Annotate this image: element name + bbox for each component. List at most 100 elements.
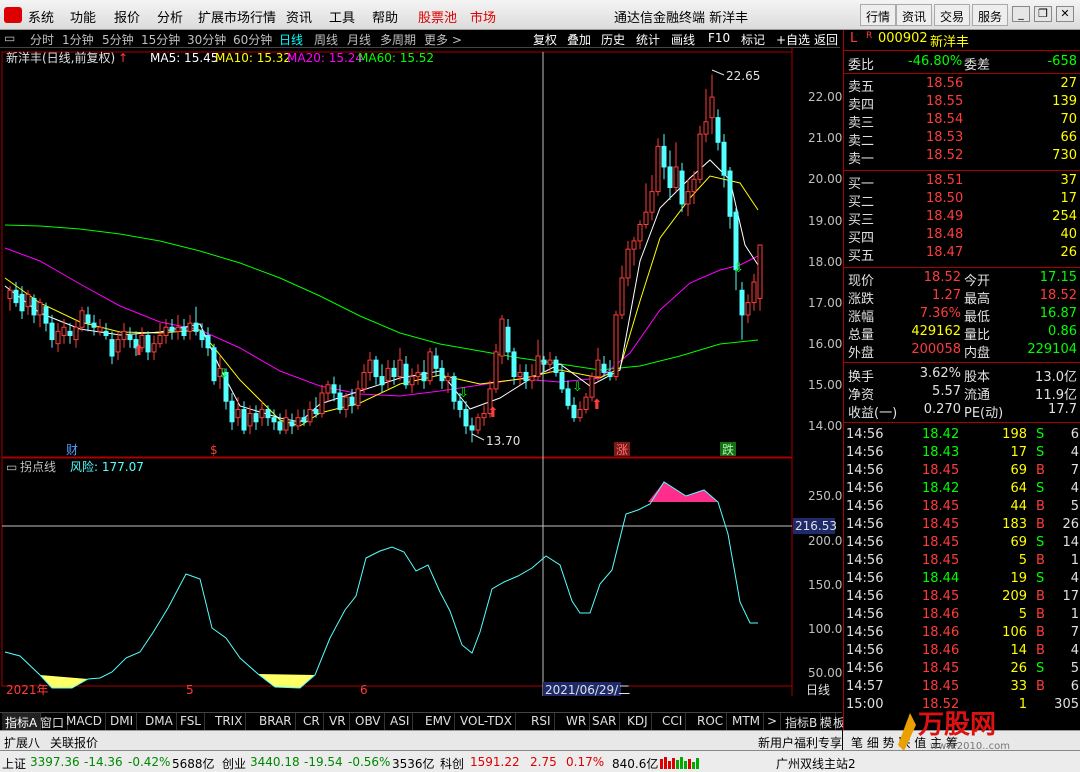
indicator-tab[interactable]: TRIX <box>212 713 247 731</box>
tick-row[interactable]: 14:56 18.46 14 B 4 <box>844 643 1080 661</box>
indicator-tab[interactable]: ROC <box>694 713 728 731</box>
bid-row[interactable]: 买二 18.50 17 <box>844 191 1080 210</box>
tick-row[interactable]: 14:56 18.45 44 B 5 <box>844 499 1080 517</box>
finance-marker[interactable]: 财 <box>66 443 78 457</box>
menu-function[interactable]: 功能 <box>70 7 96 26</box>
minimize-icon[interactable]: _ <box>1012 6 1030 22</box>
btn-draw[interactable]: 画线 <box>671 31 695 48</box>
limit-up-marker[interactable]: 涨 <box>616 442 628 457</box>
period-tab[interactable]: 60分钟 <box>233 31 272 48</box>
indicator-tab[interactable]: 指标B <box>782 713 822 731</box>
restore-icon[interactable]: ❐ <box>1034 6 1052 22</box>
btn-service[interactable]: 服务 <box>972 4 1009 26</box>
menu-tools[interactable]: 工具 <box>329 7 355 26</box>
tick-row[interactable]: 14:56 18.44 19 S 4 <box>844 571 1080 589</box>
tab-ext8[interactable]: 扩展八 <box>4 734 40 751</box>
ask-row[interactable]: 卖五 18.56 27 <box>844 76 1080 95</box>
bid-row[interactable]: 买一 18.51 37 <box>844 173 1080 192</box>
indicator-tab[interactable]: OBV <box>352 713 385 731</box>
server-name[interactable]: 广州双线主站2 <box>776 755 856 772</box>
weibi-row[interactable]: 委比 -46.80% 委差 -658 <box>844 54 1080 73</box>
period-tab[interactable]: 分时 <box>30 31 54 48</box>
btn-mark[interactable]: 标记 <box>741 31 765 48</box>
period-tab[interactable]: 多周期 <box>380 31 416 48</box>
menu-analysis[interactable]: 分析 <box>157 7 183 26</box>
btn-f10[interactable]: F10 <box>708 31 730 45</box>
indicator-tab[interactable]: VOL-TDX <box>457 713 516 731</box>
ask-row[interactable]: 卖三 18.54 70 <box>844 112 1080 131</box>
tick-row[interactable]: 14:56 18.46 106 B 7 <box>844 625 1080 643</box>
tab-related[interactable]: 关联报价 <box>50 734 98 751</box>
menu-quote[interactable]: 报价 <box>114 7 140 26</box>
ask-row[interactable]: 卖一 18.52 730 <box>844 148 1080 167</box>
menu-stock-pool[interactable]: 股票池 <box>418 7 457 26</box>
period-tab[interactable]: 15分钟 <box>141 31 180 48</box>
menu-system[interactable]: 系统 <box>28 7 54 26</box>
tick-row[interactable]: 14:56 18.42 198 S 6 <box>844 427 1080 445</box>
kc-label[interactable]: 科创 <box>440 755 464 772</box>
close-icon[interactable]: ✕ <box>1056 6 1074 22</box>
indicator-tab[interactable]: CCI <box>659 713 687 731</box>
stat-row[interactable]: 现价 18.52 今开 17.15 <box>844 270 1080 289</box>
stat-row[interactable]: 收益(一) 0.270 PE(动) 17.7 <box>844 402 1080 421</box>
bid-row[interactable]: 买四 18.48 40 <box>844 227 1080 246</box>
indicator-tab[interactable]: DMA <box>142 713 177 731</box>
dividend-marker[interactable]: $ <box>210 443 218 457</box>
stat-row[interactable]: 净资 5.57 流通 11.9亿 <box>844 384 1080 403</box>
sh-label[interactable]: 上证 <box>2 755 26 772</box>
period-tab[interactable]: 5分钟 <box>102 31 134 48</box>
period-tab[interactable]: 周线 <box>314 31 338 48</box>
ask-row[interactable]: 卖四 18.55 139 <box>844 94 1080 113</box>
btn-back[interactable]: 返回 <box>814 31 838 48</box>
menu-ext-market[interactable]: 扩展市场行情 <box>198 7 276 26</box>
indicator-tab[interactable]: VR <box>326 713 350 731</box>
indicator-tab[interactable]: DMI <box>107 713 138 731</box>
bid-row[interactable]: 买三 18.49 254 <box>844 209 1080 228</box>
stat-row[interactable]: 总量 429162 量比 0.86 <box>844 324 1080 343</box>
stock-header[interactable]: L R 000902 新洋丰 <box>844 31 1080 50</box>
tick-row[interactable]: 14:56 18.43 17 S 4 <box>844 445 1080 463</box>
period-tab[interactable]: 1分钟 <box>62 31 94 48</box>
indicator-tab[interactable]: WR <box>563 713 591 731</box>
tick-row[interactable]: 14:56 18.45 26 S 5 <box>844 661 1080 679</box>
btn-stats[interactable]: 统计 <box>636 31 660 48</box>
tick-row[interactable]: 14:56 18.45 209 B 17 <box>844 589 1080 607</box>
bid-row[interactable]: 买五 18.47 26 <box>844 245 1080 264</box>
menu-info[interactable]: 资讯 <box>286 7 312 26</box>
indicator-tab[interactable]: ASI <box>387 713 414 731</box>
btn-trade[interactable]: 交易 <box>934 4 971 26</box>
btn-add-watch[interactable]: +自选 <box>776 31 810 48</box>
indicator-tab[interactable]: MACD <box>63 713 106 731</box>
indicator-tab[interactable]: BRAR <box>256 713 296 731</box>
btn-overlay[interactable]: 叠加 <box>567 31 591 48</box>
period-tab[interactable]: 月线 <box>347 31 371 48</box>
tick-row[interactable]: 14:56 18.42 64 S 4 <box>844 481 1080 499</box>
indicator-tab[interactable]: SAR <box>589 713 621 731</box>
tick-row[interactable]: 14:56 18.45 183 B 26 <box>844 517 1080 535</box>
indicator-tab[interactable]: RSI <box>528 713 555 731</box>
indicator-tab[interactable]: > <box>764 713 782 731</box>
period-tab[interactable]: 30分钟 <box>187 31 226 48</box>
menu-market[interactable]: 市场 <box>470 7 496 26</box>
stat-row[interactable]: 涨幅 7.36% 最低 16.87 <box>844 306 1080 325</box>
btn-quotes[interactable]: 行情 <box>860 4 897 26</box>
stat-row[interactable]: 外盘 200058 内盘 229104 <box>844 342 1080 361</box>
more-periods[interactable]: 更多 > <box>424 31 462 48</box>
indicator-tab[interactable]: KDJ <box>624 713 652 731</box>
indicator-tab[interactable]: CR <box>300 713 324 731</box>
indicator-tab[interactable]: 指标A <box>2 713 42 731</box>
tick-row[interactable]: 14:56 18.45 69 S 14 <box>844 535 1080 553</box>
btn-history[interactable]: 历史 <box>601 31 625 48</box>
kline-chart[interactable]: 新洋丰(日线,前复权) ↑ MA5: 15.45 MA10: 15.32 MA2… <box>0 48 842 697</box>
tick-row[interactable]: 14:56 18.45 5 B 1 <box>844 553 1080 571</box>
tick-row[interactable]: 14:56 18.45 69 B 7 <box>844 463 1080 481</box>
period-tab-active[interactable]: 日线 <box>279 31 303 48</box>
limit-down-marker[interactable]: 跌 <box>722 442 734 457</box>
btn-info[interactable]: 资讯 <box>896 4 933 26</box>
indicator-tab[interactable]: EMV <box>422 713 456 731</box>
ask-row[interactable]: 卖二 18.53 66 <box>844 130 1080 149</box>
indicator-tab[interactable]: FSL <box>177 713 205 731</box>
menu-help[interactable]: 帮助 <box>372 7 398 26</box>
indicator-tab[interactable]: MTM <box>729 713 765 731</box>
btn-adjust[interactable]: 复权 <box>533 31 557 48</box>
